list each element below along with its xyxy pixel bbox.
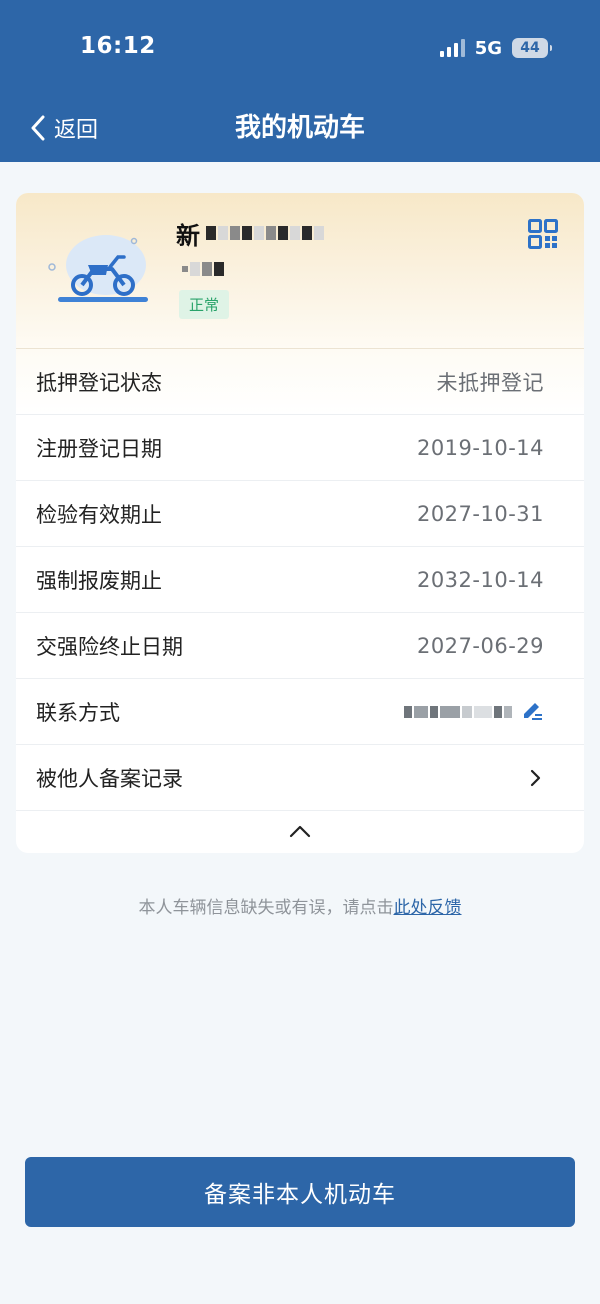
feedback-note: 本人车辆信息缺失或有误，请点击此处反馈	[0, 893, 600, 918]
page-title: 我的机动车	[234, 113, 365, 143]
chevron-up-icon	[289, 825, 311, 838]
row-inspection-expiry: 检验有效期止 2027-10-31	[16, 481, 584, 547]
row-label: 抵押登记状态	[36, 370, 162, 395]
row-value: 2032-10-14	[416, 567, 544, 592]
vehicle-summary: 新 正常	[16, 193, 584, 349]
edit-pen-icon[interactable]	[520, 700, 544, 724]
row-contact[interactable]: 联系方式	[16, 679, 584, 745]
status-time: 16:12	[80, 33, 156, 59]
row-value: 2027-10-31	[416, 501, 544, 526]
row-label: 交强险终止日期	[36, 634, 183, 659]
row-mortgage-status: 抵押登记状态 未抵押登记	[16, 349, 584, 415]
row-label: 联系方式	[36, 700, 120, 725]
vehicle-owner-redacted	[176, 257, 224, 281]
signal-icon	[439, 39, 465, 57]
row-register-date: 注册登记日期 2019-10-14	[16, 415, 584, 481]
vehicle-card: 新 正常 抵押登记状态 未抵押登记 注册登记日期 2019-10-14 检验有效…	[16, 193, 584, 853]
plate-prefix: 新	[176, 221, 200, 250]
motorcycle-icon	[48, 235, 148, 302]
status-badge: 正常	[179, 290, 230, 319]
chevron-right-icon	[530, 769, 541, 786]
row-scrap-deadline: 强制报废期止 2032-10-14	[16, 547, 584, 613]
battery-level: 44	[520, 40, 540, 56]
status-indicators: 5G 44	[439, 36, 552, 60]
row-label: 检验有效期止	[36, 502, 162, 527]
plate-number: 新	[176, 215, 324, 251]
collapse-button[interactable]	[16, 811, 584, 851]
network-type: 5G	[474, 37, 502, 59]
row-filing-records[interactable]: 被他人备案记录	[16, 745, 584, 811]
contact-value-redacted	[404, 700, 544, 724]
qr-code-icon[interactable]	[528, 219, 558, 249]
screen: 16:12 5G 44 返回 我的机动车 新 正常 抵押登记状态 未抵押登记 注…	[0, 0, 600, 1304]
battery-icon: 44	[512, 38, 552, 58]
feedback-link[interactable]: 此处反馈	[394, 898, 462, 918]
row-value: 未抵押登记	[436, 370, 544, 395]
feedback-text: 本人车辆信息缺失或有误，请点击	[138, 898, 394, 918]
row-label: 强制报废期止	[36, 568, 162, 593]
row-label: 注册登记日期	[36, 436, 162, 461]
plate-redacted	[206, 226, 324, 240]
row-insurance-end: 交强险终止日期 2027-06-29	[16, 613, 584, 679]
row-label: 被他人备案记录	[36, 766, 183, 791]
register-other-vehicle-button[interactable]: 备案非本人机动车	[25, 1157, 575, 1227]
header: 16:12 5G 44 返回 我的机动车	[0, 0, 600, 162]
row-value: 2019-10-14	[416, 435, 544, 460]
row-value: 2027-06-29	[416, 633, 544, 658]
vehicle-info-list: 抵押登记状态 未抵押登记 注册登记日期 2019-10-14 检验有效期止 20…	[16, 349, 584, 851]
